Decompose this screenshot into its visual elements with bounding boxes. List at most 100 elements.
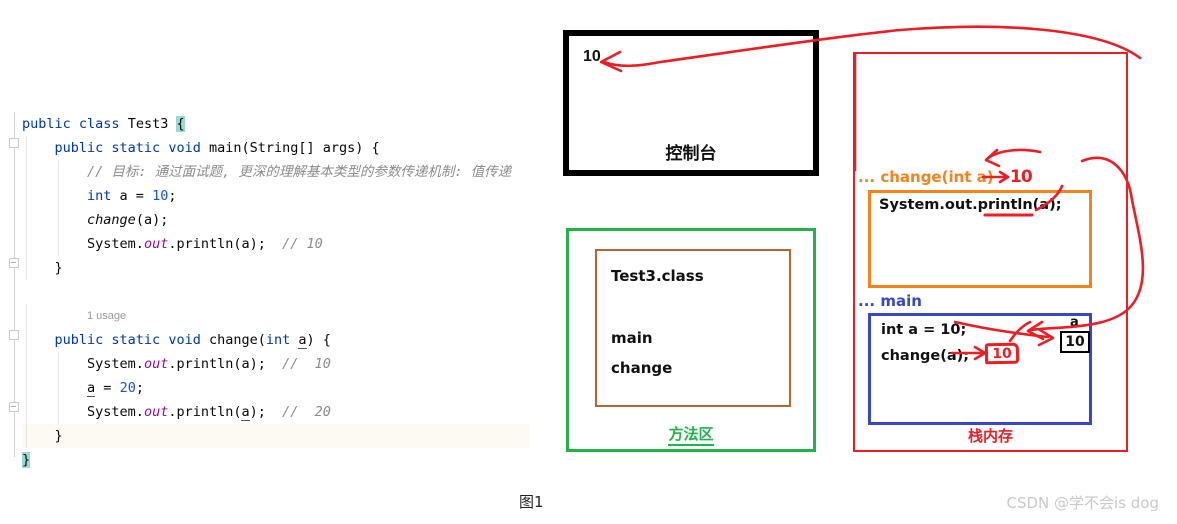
code-line[interactable]: }: [22, 448, 537, 472]
code-token: Test3: [127, 116, 177, 132]
code-token: a =: [119, 188, 153, 204]
code-token: out: [143, 356, 169, 372]
code-token: ) {: [306, 332, 331, 348]
indent-guide: [26, 208, 27, 232]
code-token: }: [22, 452, 31, 468]
code-token: // 目标: 通过面试题, 更深的理解基本类型的参数传递机制: 值传递: [87, 164, 512, 180]
code-token: System.: [87, 404, 144, 420]
code-line[interactable]: int a = 10;: [22, 184, 537, 208]
figure-caption: 图1: [519, 493, 544, 511]
code-token: a: [87, 380, 96, 397]
method-entry-change: change: [611, 359, 673, 377]
code-token: public: [54, 140, 112, 156]
method-area-label-text: 方法区: [668, 425, 714, 446]
variable-a-name: a: [1068, 315, 1081, 332]
code-token: .println(: [168, 404, 242, 420]
method-area-label: 方法区: [569, 423, 813, 446]
code-token: a: [298, 332, 307, 349]
code-token: 20: [119, 380, 136, 396]
code-token: class: [78, 116, 128, 132]
indent-guide: [26, 424, 27, 448]
code-token: {: [176, 116, 185, 132]
code-line[interactable]: }: [22, 424, 537, 448]
code-line[interactable]: [22, 280, 537, 304]
code-token: // 10: [265, 356, 331, 372]
code-token: System.: [87, 236, 144, 252]
code-text[interactable]: public class Test3 { public static void …: [22, 112, 537, 468]
console-box: 10 控制台: [563, 30, 819, 176]
code-token: (a);: [135, 212, 169, 228]
fold-marker-change[interactable]: [9, 329, 20, 340]
indent-guide: [58, 376, 60, 400]
editor-gutter[interactable]: [0, 112, 22, 457]
code-token: out: [143, 404, 169, 420]
variable-a-value-box: 10: [1060, 331, 1090, 353]
code-token: out: [143, 236, 169, 252]
code-line[interactable]: // 目标: 通过面试题, 更深的理解基本类型的参数传递机制: 值传递: [22, 160, 537, 184]
code-token: }: [54, 428, 63, 444]
indent-guide: [58, 352, 60, 376]
change-frame-title: ... change(int a): [858, 168, 994, 186]
change-param-value-annotation: 10: [1010, 167, 1033, 187]
code-line[interactable]: a = 20;: [22, 376, 537, 400]
code-line[interactable]: change(a);: [22, 208, 537, 232]
code-token: .println(a);: [168, 356, 266, 372]
stack-memory-label: 栈内存: [967, 427, 1013, 445]
code-token: String: [249, 140, 299, 156]
code-token: static: [111, 332, 169, 348]
code-line[interactable]: System.out.println(a); // 10: [22, 352, 537, 376]
code-token: main: [208, 140, 242, 156]
code-token: // 20: [265, 404, 331, 420]
change-stack-frame: System.out.println(a);: [868, 190, 1092, 288]
indent-guide: [26, 256, 27, 280]
code-token: static: [111, 140, 169, 156]
indent-guide: [26, 232, 27, 256]
code-token: (: [257, 332, 266, 348]
indent-guide: [26, 376, 27, 400]
main-frame-statement-declare: int a = 10;: [881, 322, 967, 338]
indent-guide: [58, 160, 60, 184]
code-line[interactable]: public static void main(String[] args) {: [22, 136, 537, 160]
code-token: );: [249, 404, 266, 420]
method-entry-main: main: [611, 329, 653, 347]
code-line[interactable]: System.out.println(a); // 20: [22, 400, 537, 424]
code-token: =: [95, 380, 120, 396]
code-token: ;: [135, 380, 144, 396]
code-token: // 10: [265, 236, 323, 252]
console-label: 控制台: [665, 144, 717, 164]
code-token: int: [265, 332, 299, 348]
code-token: a: [241, 404, 250, 421]
indent-guide: [58, 184, 60, 208]
fold-marker-change-end[interactable]: [9, 401, 20, 412]
code-line[interactable]: }: [22, 256, 537, 280]
usage-inlay-hint[interactable]: 1 usage: [22, 309, 126, 323]
indent-guide: [26, 184, 27, 208]
argument-value-annotation: 10: [984, 342, 1020, 365]
main-frame-statement-call: change(a);: [881, 348, 970, 364]
watermark: CSDN @学不会is dog: [1006, 494, 1159, 512]
code-token: }: [54, 260, 63, 276]
main-frame-title: ... main: [858, 292, 922, 310]
code-line[interactable]: System.out.println(a); // 10: [22, 232, 537, 256]
code-token: System.: [87, 356, 144, 372]
code-token: int: [87, 188, 120, 204]
fold-marker-main[interactable]: [9, 137, 20, 148]
indent-guide: [26, 400, 27, 424]
code-line[interactable]: public static void change(int a) {: [22, 328, 537, 352]
code-line[interactable]: public class Test3 {: [22, 112, 537, 136]
code-token: (: [241, 140, 250, 156]
code-token: 10: [152, 188, 169, 204]
code-token: public: [22, 116, 79, 132]
indent-guide: [26, 328, 27, 352]
fold-marker-main-end[interactable]: [9, 257, 20, 268]
indent-guide: [58, 232, 60, 256]
class-file-box: Test3.class main change: [595, 249, 791, 407]
code-editor-pane[interactable]: public class Test3 { public static void …: [0, 112, 537, 468]
code-token: change: [87, 212, 136, 228]
